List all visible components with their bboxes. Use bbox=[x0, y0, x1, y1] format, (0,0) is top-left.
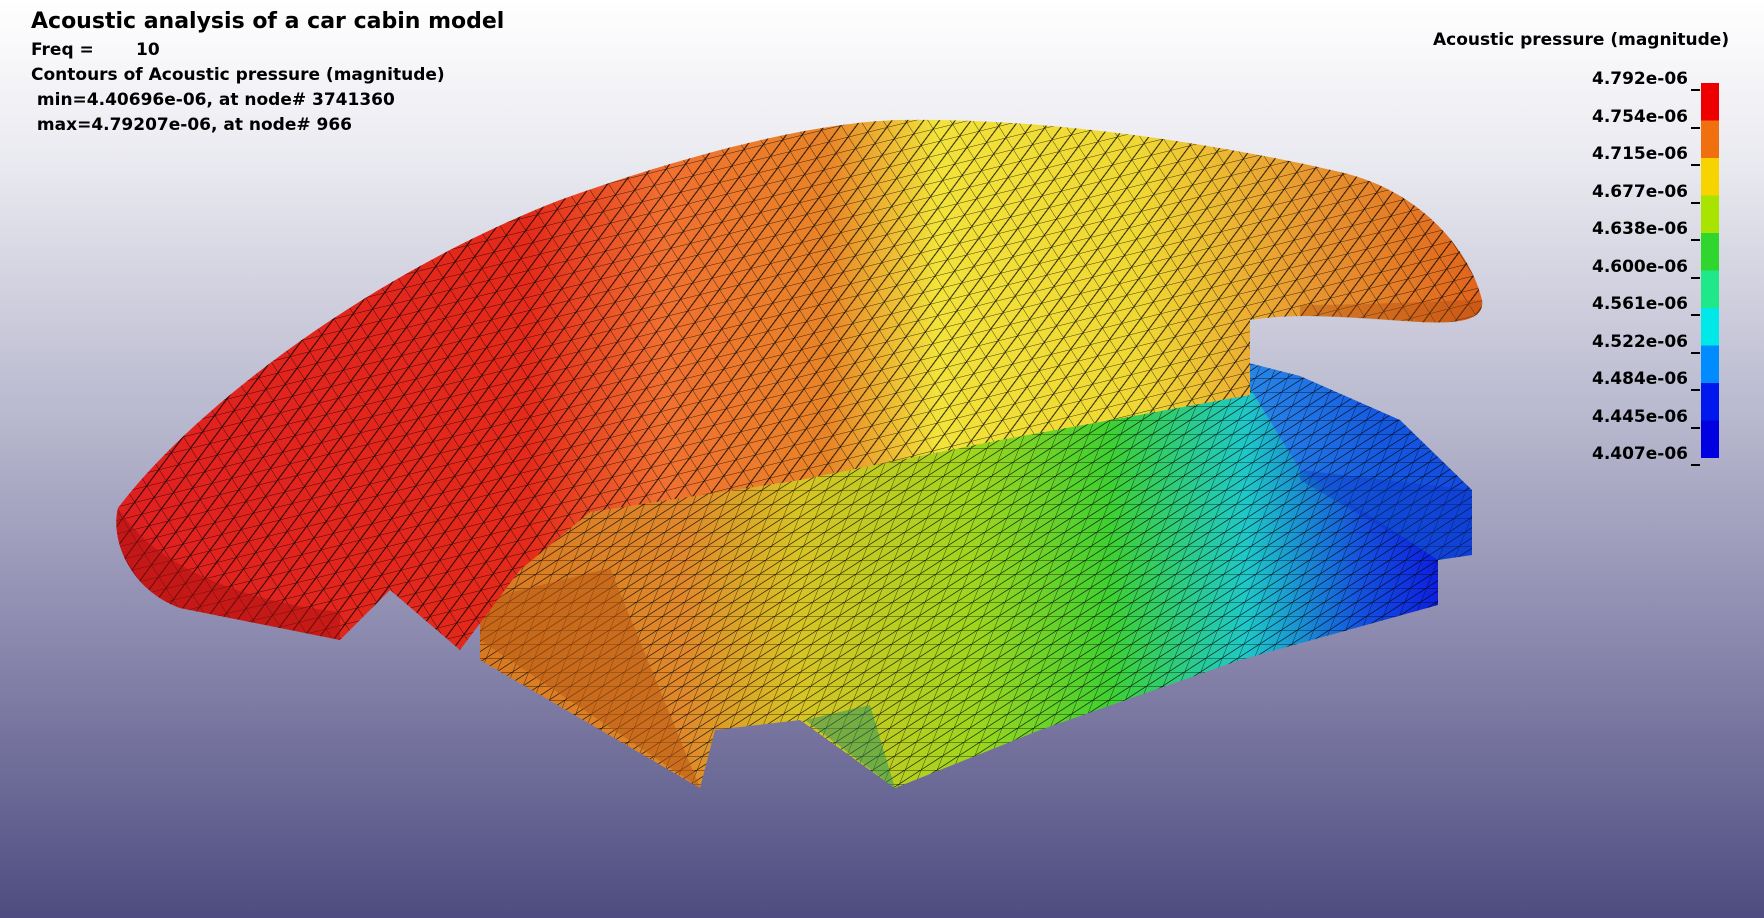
legend-label: 4.600e-06 bbox=[1591, 256, 1688, 277]
legend-tick bbox=[1691, 164, 1700, 166]
legend-color-band bbox=[1701, 120, 1719, 159]
legend-tick bbox=[1691, 426, 1700, 429]
legend-color-band bbox=[1701, 383, 1719, 421]
legend-label: 4.445e-06 bbox=[1591, 406, 1688, 427]
legend-label: 4.638e-06 bbox=[1591, 219, 1688, 239]
legend-tick bbox=[1691, 389, 1700, 391]
legend-tick bbox=[1691, 89, 1700, 91]
legend-tick bbox=[1691, 239, 1700, 241]
legend-label: 4.677e-06 bbox=[1591, 181, 1688, 202]
legend-tick bbox=[1691, 351, 1700, 354]
legend-tick bbox=[1691, 276, 1700, 279]
legend-color-band bbox=[1701, 420, 1719, 458]
legend-label: 4.715e-06 bbox=[1591, 144, 1688, 164]
legend-label: 4.754e-06 bbox=[1591, 106, 1688, 127]
legend-label: 4.561e-06 bbox=[1591, 294, 1688, 314]
legend-color-band bbox=[1701, 158, 1719, 196]
legend-label: 4.522e-06 bbox=[1591, 331, 1688, 352]
model-viewport[interactable] bbox=[0, 0, 1764, 918]
legend-label: 4.407e-06 bbox=[1591, 444, 1688, 464]
legend-color-band bbox=[1701, 233, 1719, 271]
legend-tick bbox=[1691, 201, 1700, 204]
legend-color-band bbox=[1701, 308, 1719, 346]
legend-color-band bbox=[1701, 195, 1719, 234]
legend-colorbar bbox=[1701, 83, 1719, 458]
legend-label: 4.484e-06 bbox=[1591, 369, 1688, 389]
legend-tick bbox=[1691, 126, 1700, 129]
legend-color-band bbox=[1701, 83, 1719, 121]
legend-color-band bbox=[1701, 270, 1719, 309]
legend-tick bbox=[1691, 314, 1700, 316]
legend-tick bbox=[1691, 464, 1700, 466]
legend-color-band bbox=[1701, 345, 1719, 384]
legend-label: 4.792e-06 bbox=[1591, 69, 1688, 89]
legend-title: Acoustic pressure (magnitude) bbox=[1433, 30, 1730, 50]
